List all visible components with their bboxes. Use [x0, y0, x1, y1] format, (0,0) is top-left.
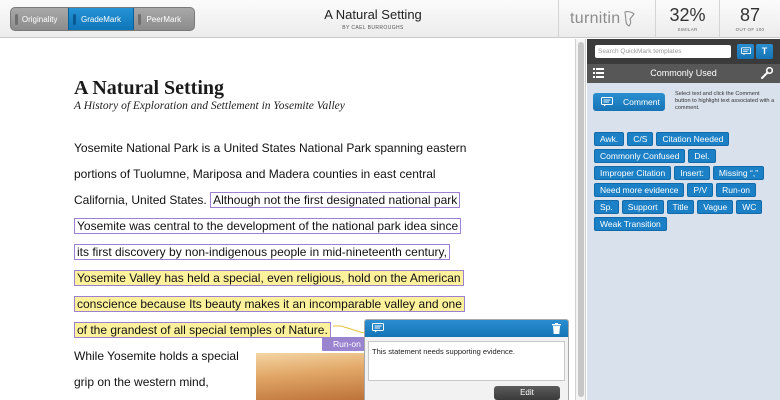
- comment-popup-header: [365, 320, 568, 337]
- comment-popup: This statement needs supporting evidence…: [364, 319, 569, 400]
- comment-icon: [601, 97, 613, 107]
- quickmark-chip[interactable]: Insert:: [674, 166, 710, 180]
- highlighted-comment-text[interactable]: of the grandest of all special temples o…: [74, 322, 331, 338]
- grade-label: OUT OF 100: [735, 27, 765, 32]
- quickmark-chip[interactable]: P/V: [687, 183, 714, 197]
- quickmark-connector: [333, 325, 367, 335]
- document-heading: A Natural Setting: [74, 77, 224, 99]
- quickmark-chip[interactable]: Vague: [697, 200, 734, 214]
- quickmark-tag-run-on[interactable]: Run-on: [322, 337, 370, 351]
- highlighted-comment-text[interactable]: Yosemite Valley has held a special, even…: [74, 270, 464, 286]
- document-scrollbar[interactable]: [576, 39, 586, 400]
- grip-icon: [15, 14, 18, 25]
- text-line[interactable]: Yosemite National Park is a United State…: [74, 140, 466, 157]
- edit-button[interactable]: Edit: [494, 386, 560, 400]
- quickmark-chip[interactable]: WC: [736, 200, 763, 214]
- mode-label: Originality: [21, 14, 58, 24]
- scrollbar-thumb[interactable]: [578, 42, 584, 397]
- mode-switcher: Originality GradeMark PeerMark: [10, 7, 195, 31]
- text-line[interactable]: of the grandest of all special temples o…: [74, 322, 331, 339]
- text-line[interactable]: portions of Tuolumne, Mariposa and Mader…: [74, 166, 436, 183]
- grade-value: 87: [739, 5, 761, 25]
- quickmark-set-bar[interactable]: Commonly Used: [587, 64, 780, 83]
- comment-tool-button[interactable]: [737, 44, 754, 59]
- mode-label: GradeMark: [81, 14, 122, 24]
- highlighted-text[interactable]: its first discovery by non-indigenous pe…: [74, 244, 450, 260]
- quickmark-chip[interactable]: Need more evidence: [594, 183, 685, 197]
- comment-help-text: Select text and click the Comment button…: [675, 91, 775, 111]
- page-title: A Natural Setting: [324, 7, 422, 22]
- similarity-label: SIMILAR: [677, 27, 698, 32]
- similarity-score[interactable]: 32% SIMILAR: [655, 0, 719, 38]
- quickmark-list: Awk. C/S Citation Needed Commonly Confus…: [594, 132, 776, 231]
- text-line[interactable]: While Yosemite holds a special: [74, 348, 239, 365]
- top-bar: Originality GradeMark PeerMark A Natural…: [0, 0, 780, 38]
- quickmark-search-input[interactable]: [595, 45, 731, 58]
- highlighted-text[interactable]: Although not the first designated nation…: [210, 192, 461, 208]
- trash-icon[interactable]: [552, 323, 561, 334]
- quickmark-chip[interactable]: Awk.: [594, 132, 625, 146]
- comment-tool-icon: [740, 47, 751, 56]
- grip-icon: [137, 14, 141, 25]
- quickmark-chip[interactable]: Run-on: [716, 183, 757, 197]
- text-line[interactable]: conscience because Its beauty makes it a…: [74, 296, 465, 313]
- mode-peermark-button[interactable]: PeerMark: [134, 8, 194, 30]
- mode-grademark-button[interactable]: GradeMark: [68, 8, 134, 30]
- quickmark-chip[interactable]: Support: [621, 200, 664, 214]
- similarity-value: 32%: [669, 5, 706, 25]
- text-line[interactable]: its first discovery by non-indigenous pe…: [74, 244, 450, 261]
- quickmark-set-title: Commonly Used: [650, 68, 717, 78]
- text-line[interactable]: Yosemite was central to the development …: [74, 218, 462, 235]
- quickmark-chip[interactable]: Citation Needed: [656, 132, 730, 146]
- author-byline: BY CAEL BURROUGHS: [342, 25, 404, 31]
- comment-button[interactable]: Comment: [593, 93, 665, 111]
- quickmark-chip[interactable]: Commonly Confused: [594, 149, 686, 163]
- wrench-icon[interactable]: [761, 67, 773, 79]
- document-subheading: A History of Exploration and Settlement …: [74, 100, 345, 112]
- text-tool-button[interactable]: T: [756, 44, 773, 59]
- quickmark-chip[interactable]: Improper Citation: [594, 166, 672, 180]
- highlighted-text[interactable]: Yosemite was central to the development …: [74, 218, 462, 234]
- text-segment[interactable]: California, United States.: [74, 193, 207, 207]
- quickmark-chip[interactable]: Title: [666, 200, 695, 214]
- turnitin-logo: turnitin: [558, 0, 654, 38]
- highlighted-comment-text[interactable]: conscience because Its beauty makes it a…: [74, 296, 465, 312]
- logo-mark-icon: [624, 11, 636, 27]
- mode-originality-button[interactable]: Originality: [11, 8, 68, 30]
- logo-text: turnitin: [570, 10, 621, 27]
- quickmark-chip[interactable]: Del.: [688, 149, 716, 163]
- mode-label: PeerMark: [146, 14, 182, 24]
- text-line[interactable]: California, United States. Although not …: [74, 192, 461, 209]
- grip-icon: [73, 14, 77, 25]
- text-line[interactable]: grip on the western mind,: [74, 374, 209, 391]
- text-line[interactable]: Yosemite Valley has held a special, even…: [74, 270, 464, 287]
- comment-icon: [372, 323, 384, 333]
- grade-score[interactable]: 87 OUT OF 100: [719, 0, 780, 38]
- comment-text-area[interactable]: This statement needs supporting evidence…: [368, 341, 565, 381]
- quickmark-search-bar: T: [587, 39, 780, 64]
- comment-button-label: Comment: [623, 97, 660, 107]
- quickmark-chip[interactable]: Weak Transition: [594, 217, 667, 231]
- quickmark-panel: T Commonly Used Comment Select text and …: [587, 39, 780, 400]
- document-image: [256, 353, 366, 400]
- quickmark-chip[interactable]: Missing “,”: [712, 166, 765, 180]
- quickmark-chip[interactable]: Sp.: [594, 200, 619, 214]
- quickmark-chip[interactable]: C/S: [627, 132, 654, 146]
